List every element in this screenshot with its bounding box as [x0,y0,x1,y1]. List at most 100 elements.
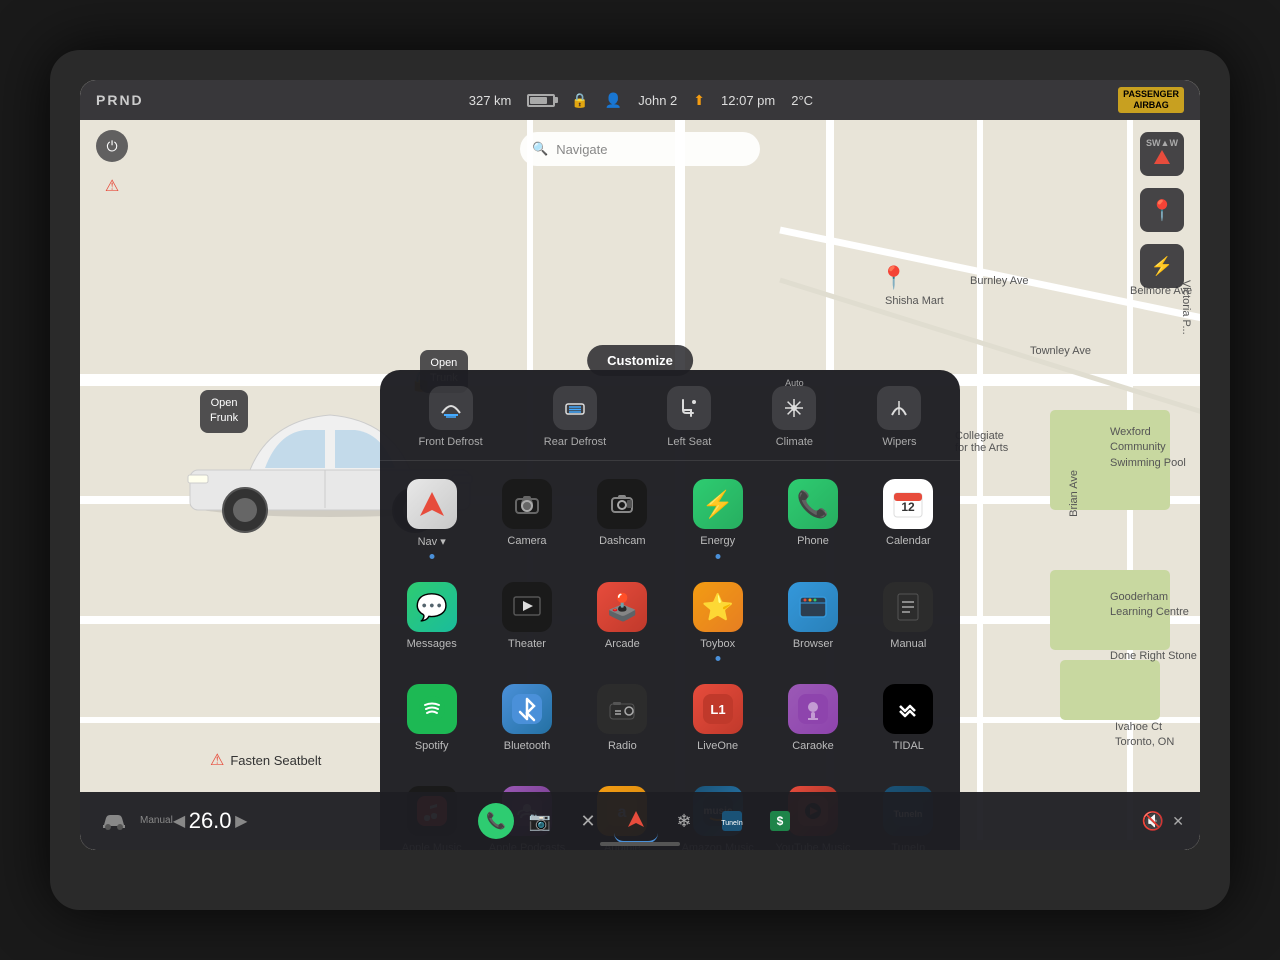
open-frunk-button[interactable]: Open Frunk [200,390,248,433]
wipers-label: Wipers [882,436,916,448]
toybox-label: Toybox [700,638,735,650]
next-speed-btn[interactable]: ▶ [235,811,247,831]
front-defrost-control[interactable]: Front Defrost [419,386,483,448]
taskbar-camera-btn[interactable]: 📷 [518,799,562,843]
bluetooth-icon [502,684,552,734]
tidal-label: TIDAL [893,740,924,752]
screen: 📍 PRND 327 km 🔒 👤 John 2 ⬆ 12:07 pm 2°C … [80,80,1200,850]
app-bluetooth[interactable]: Bluetooth [479,674,574,760]
front-defrost-icon[interactable] [429,386,473,430]
radio-label: Radio [608,740,637,752]
app-liveone[interactable]: L1 LiveOne [670,674,765,760]
app-dashcam[interactable]: Dashcam [575,469,670,556]
taskbar-tunein-btn[interactable]: TuneIn [710,799,754,843]
search-placeholder: Navigate [556,142,607,157]
toybox-icon: ⭐ [693,582,743,632]
seatbelt-text: Fasten Seatbelt [230,753,321,768]
app-manual[interactable]: Manual [861,572,956,658]
svg-text:TuneIn: TuneIn [721,820,743,827]
app-phone[interactable]: 📞 Phone [765,469,860,556]
power-icon[interactable]: ⏻ [96,130,128,162]
karaoke-label: Caraoke [792,740,834,752]
taskbar-phone-btn[interactable]: 📞 [478,803,514,839]
app-toybox[interactable]: ⭐ Toybox [670,572,765,658]
bluetooth-label: Bluetooth [504,740,550,752]
dashcam-label: Dashcam [599,535,645,547]
messages-label: Messages [407,638,457,650]
taskbar-nav-btn[interactable] [614,799,658,843]
messages-icon: 💬 [407,582,457,632]
app-browser[interactable]: Browser [765,572,860,658]
phone-label: Phone [797,535,829,547]
browser-label: Browser [793,638,833,650]
driver-name: John 2 [638,93,677,108]
camera-icon [502,479,552,529]
time-display: 12:07 pm [721,93,775,108]
theater-icon [502,582,552,632]
tidal-icon [883,684,933,734]
camera-label: Camera [507,535,546,547]
left-seat-icon[interactable] [667,386,711,430]
app-energy[interactable]: ⚡ Energy [670,469,765,556]
browser-icon [788,582,838,632]
taskbar-car-icon[interactable] [96,803,132,839]
wipers-icon[interactable] [877,386,921,430]
calendar-label: Calendar [886,535,931,547]
app-arcade[interactable]: 🕹️ Arcade [575,572,670,658]
lightning-icon: ⚡ [1151,256,1173,277]
app-drawer: Front Defrost Rear Defrost [380,370,960,850]
energy-label: Energy [700,535,735,547]
app-spotify[interactable]: Spotify [384,674,479,760]
search-bar[interactable]: 🔍 Navigate [520,132,760,166]
climate-icon[interactable]: Auto [772,386,816,430]
calendar-icon: 12 [883,479,933,529]
rear-defrost-control[interactable]: Rear Defrost [544,386,606,448]
app-karaoke[interactable]: Caraoke [765,674,860,760]
app-grid-row3: Spotify Bluetooth Radio L1 [380,666,960,768]
climate-control[interactable]: Auto Climate [772,386,816,448]
compass-widget[interactable]: SW▲W [1140,132,1184,176]
app-nav[interactable]: Nav ▾ [384,469,479,556]
speed-value: 26.0 [185,808,235,834]
taskbar-app-buttons: 📞 📷 ✕ ❄ TuneIn $ [478,799,802,843]
manual-icon [883,582,933,632]
rear-defrost-icon[interactable] [553,386,597,430]
liveone-label: LiveOne [697,740,738,752]
mute-icon[interactable]: 🔇 [1142,811,1164,832]
spotify-icon [407,684,457,734]
manual-label: Manual [890,638,926,650]
app-calendar[interactable]: 12 Calendar [861,469,956,556]
speed-display: Manual [140,815,173,828]
quick-controls: Front Defrost Rear Defrost [380,370,960,461]
car-surround: 📍 PRND 327 km 🔒 👤 John 2 ⬆ 12:07 pm 2°C … [50,50,1230,910]
app-radio[interactable]: Radio [575,674,670,760]
arcade-icon: 🕹️ [597,582,647,632]
wipers-control[interactable]: Wipers [877,386,921,448]
left-seat-control[interactable]: Left Seat [667,386,711,448]
app-grid-row1: Nav ▾ Camera Dashcam ⚡ [380,461,960,564]
battery-indicator [527,94,555,107]
home-indicator [600,842,680,846]
energy-icon: ⚡ [693,479,743,529]
temp-display: 2°C [791,93,813,108]
app-camera[interactable]: Camera [479,469,574,556]
prnd-display: PRND [96,92,144,108]
location-pin-widget[interactable]: 📍 [1140,188,1184,232]
taskbar-climate-btn[interactable]: ❄ [662,799,706,843]
lightning-widget[interactable]: ⚡ [1140,244,1184,288]
left-seat-label: Left Seat [667,436,711,448]
app-tidal[interactable]: TIDAL [861,674,956,760]
liveone-icon: L1 [693,684,743,734]
taskbar-x-btn[interactable]: ✕ [566,799,610,843]
app-messages[interactable]: 💬 Messages [384,572,479,658]
taskbar-siriusxm-btn[interactable]: $ [758,799,802,843]
prev-speed-btn[interactable]: ◀ [173,811,185,831]
arcade-label: Arcade [605,638,640,650]
nav-dot [429,554,434,559]
seatbelt-warning: ⚠ Fasten Seatbelt [210,750,321,770]
theater-label: Theater [508,638,546,650]
rear-defrost-label: Rear Defrost [544,436,606,448]
front-defrost-label: Front Defrost [419,436,483,448]
status-center: 327 km 🔒 👤 John 2 ⬆ 12:07 pm 2°C [164,92,1118,109]
app-theater[interactable]: Theater [479,572,574,658]
